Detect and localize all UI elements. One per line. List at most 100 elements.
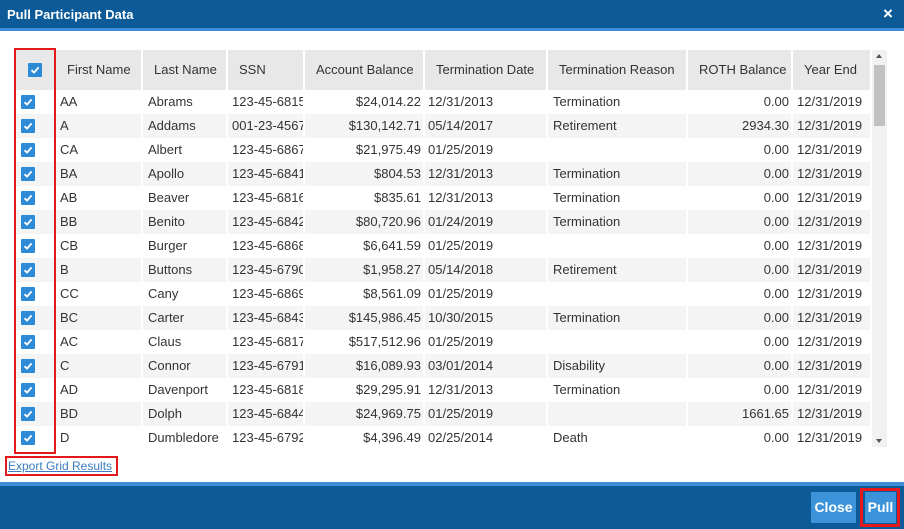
cell-account-balance: $21,975.49 [305, 138, 425, 162]
row-select-cell [16, 402, 56, 426]
row-checkbox[interactable] [21, 383, 35, 397]
row-checkbox[interactable] [21, 335, 35, 349]
table-row[interactable]: D Dumbledore 123-45-6792 $4,396.49 02/25/201… [16, 426, 872, 447]
cell-termination-reason: Termination [548, 90, 688, 114]
column-header-account-balance[interactable]: Account Balance [305, 50, 425, 90]
cell-year-end: 12/31/2019 [793, 210, 872, 234]
row-select-cell [16, 186, 56, 210]
cell-year-end: 12/31/2019 [793, 138, 872, 162]
check-icon [23, 266, 33, 274]
cell-first-name: CC [56, 282, 143, 306]
check-icon [23, 410, 33, 418]
scroll-up-icon[interactable] [872, 50, 887, 63]
cell-last-name: Burger [143, 234, 228, 258]
check-icon [23, 218, 33, 226]
grid-header-row: First Name Last Name SSN Account Balance… [16, 50, 872, 90]
table-row[interactable]: BC Carter 123-45-6843 $145,986.45 10/30/2015… [16, 306, 872, 330]
row-checkbox[interactable] [21, 239, 35, 253]
check-icon [23, 434, 33, 442]
column-header-termination-reason[interactable]: Termination Reason [548, 50, 688, 90]
dialog-title: Pull Participant Data [7, 7, 134, 22]
row-select-cell [16, 282, 56, 306]
column-header-termination-date[interactable]: Termination Date [425, 50, 548, 90]
cell-first-name: AA [56, 90, 143, 114]
table-row[interactable]: B Buttons 123-45-6790 $1,958.27 05/14/2018 Re… [16, 258, 872, 282]
row-checkbox[interactable] [21, 431, 35, 445]
row-select-cell [16, 306, 56, 330]
table-row[interactable]: A Addams 001-23-4567 $130,142.71 05/14/2017 R… [16, 114, 872, 138]
table-row[interactable]: C Connor 123-45-6791 $16,089.93 03/01/2014 Di… [16, 354, 872, 378]
row-checkbox[interactable] [21, 215, 35, 229]
cell-termination-date: 05/14/2017 [425, 114, 548, 138]
cell-termination-reason [548, 138, 688, 162]
table-row[interactable]: AC Claus 123-45-6817 $517,512.96 01/25/2019 0… [16, 330, 872, 354]
cell-termination-date: 12/31/2013 [425, 186, 548, 210]
cell-ssn: 123-45-6815 [228, 90, 305, 114]
table-row[interactable]: CB Burger 123-45-6868 $6,641.59 01/25/2019 0.… [16, 234, 872, 258]
table-row[interactable]: CA Albert 123-45-6867 $21,975.49 01/25/2019 0… [16, 138, 872, 162]
column-header-roth-balance[interactable]: ROTH Balance [688, 50, 793, 90]
cell-termination-reason: Retirement [548, 114, 688, 138]
scrollbar-thumb[interactable] [874, 65, 885, 126]
select-all-checkbox[interactable] [28, 63, 42, 77]
cell-year-end: 12/31/2019 [793, 282, 872, 306]
cell-termination-date: 12/31/2013 [425, 90, 548, 114]
cell-account-balance: $6,641.59 [305, 234, 425, 258]
cell-termination-reason [548, 402, 688, 426]
close-button[interactable]: Close [811, 492, 856, 523]
cell-roth-balance: 0.00 [688, 138, 793, 162]
scroll-down-icon[interactable] [872, 434, 887, 447]
export-grid-results-link[interactable]: Export Grid Results [8, 459, 112, 473]
row-checkbox[interactable] [21, 287, 35, 301]
row-checkbox[interactable] [21, 263, 35, 277]
cell-year-end: 12/31/2019 [793, 402, 872, 426]
cell-termination-reason: Death [548, 426, 688, 447]
table-row[interactable]: AB Beaver 123-45-6816 $835.61 12/31/2013 Term… [16, 186, 872, 210]
cell-roth-balance: 0.00 [688, 330, 793, 354]
close-icon[interactable]: × [880, 4, 896, 24]
row-checkbox[interactable] [21, 95, 35, 109]
row-checkbox[interactable] [21, 143, 35, 157]
cell-last-name: Addams [143, 114, 228, 138]
row-checkbox[interactable] [21, 311, 35, 325]
row-checkbox[interactable] [21, 119, 35, 133]
check-icon [23, 122, 33, 130]
cell-roth-balance: 0.00 [688, 234, 793, 258]
row-checkbox[interactable] [21, 191, 35, 205]
cell-account-balance: $24,014.22 [305, 90, 425, 114]
cell-year-end: 12/31/2019 [793, 186, 872, 210]
title-accent-strip [0, 28, 904, 31]
pull-button[interactable]: Pull [865, 492, 896, 523]
cell-termination-reason: Disability [548, 354, 688, 378]
table-row[interactable]: BA Apollo 123-45-6841 $804.53 12/31/2013 Term… [16, 162, 872, 186]
table-row[interactable]: BB Benito 123-45-6842 $80,720.96 01/24/2019 T… [16, 210, 872, 234]
column-header-year-end[interactable]: Year End [793, 50, 872, 90]
cell-roth-balance: 1661.65 [688, 402, 793, 426]
cell-ssn: 123-45-6790 [228, 258, 305, 282]
cell-year-end: 12/31/2019 [793, 90, 872, 114]
cell-account-balance: $130,142.71 [305, 114, 425, 138]
cell-year-end: 12/31/2019 [793, 162, 872, 186]
check-icon [23, 146, 33, 154]
cell-first-name: BA [56, 162, 143, 186]
cell-first-name: CB [56, 234, 143, 258]
row-checkbox[interactable] [21, 359, 35, 373]
table-row[interactable]: AA Abrams 123-45-6815 $24,014.22 12/31/2013 T… [16, 90, 872, 114]
check-icon [23, 170, 33, 178]
check-icon [23, 194, 33, 202]
table-row[interactable]: AD Davenport 123-45-6818 $29,295.91 12/31/20… [16, 378, 872, 402]
row-checkbox[interactable] [21, 167, 35, 181]
table-row[interactable]: BD Dolph 123-45-6844 $24,969.75 01/25/2019 16… [16, 402, 872, 426]
grid-vertical-scrollbar[interactable] [872, 50, 887, 447]
cell-first-name: BB [56, 210, 143, 234]
cell-account-balance: $1,958.27 [305, 258, 425, 282]
cell-year-end: 12/31/2019 [793, 330, 872, 354]
row-checkbox[interactable] [21, 407, 35, 421]
column-header-ssn[interactable]: SSN [228, 50, 305, 90]
column-header-first-name[interactable]: First Name [56, 50, 143, 90]
cell-first-name: AB [56, 186, 143, 210]
column-header-last-name[interactable]: Last Name [143, 50, 228, 90]
table-row[interactable]: CC Cany 123-45-6869 $8,561.09 01/25/2019 0.00… [16, 282, 872, 306]
cell-account-balance: $145,986.45 [305, 306, 425, 330]
cell-roth-balance: 0.00 [688, 162, 793, 186]
